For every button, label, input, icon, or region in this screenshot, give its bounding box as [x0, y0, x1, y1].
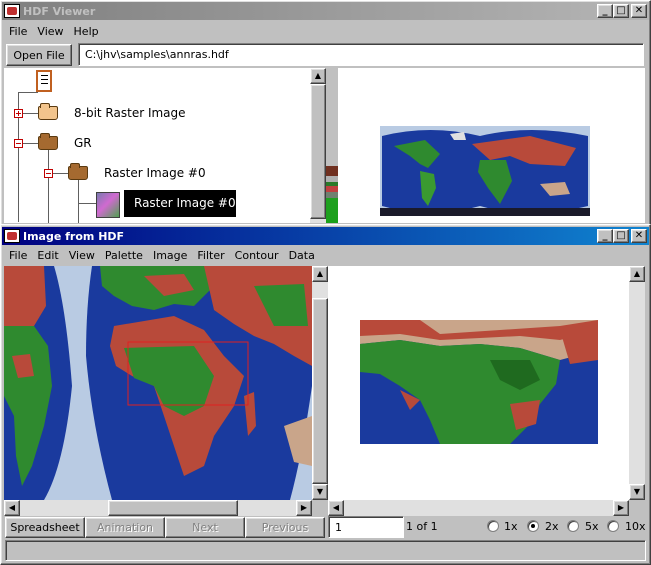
scroll-up-arrow-icon[interactable]: ▲ [312, 266, 328, 282]
scroll-down-arrow-icon[interactable]: ▼ [629, 484, 645, 500]
world-map-preview [380, 126, 590, 216]
image-menubar: File Edit View Palette Image Filter Cont… [4, 246, 320, 264]
zoomed-africa-image [360, 320, 598, 444]
previous-button[interactable]: Previous [245, 517, 325, 538]
expand-icon[interactable] [14, 109, 23, 118]
menu-file[interactable]: File [4, 249, 32, 262]
maximize-button[interactable]: □ [613, 4, 629, 18]
collapse-icon[interactable] [44, 169, 53, 178]
tree-item-raster-image[interactable]: Raster Image #0 [134, 196, 236, 210]
image-window-title: Image from HDF [23, 229, 125, 243]
menu-contour[interactable]: Contour [230, 249, 284, 262]
image-vscroll-thumb[interactable] [312, 298, 328, 484]
folder-open-icon [68, 163, 88, 180]
scroll-right-arrow-icon[interactable]: ▶ [296, 500, 312, 516]
zoom-5x-radio[interactable] [567, 520, 579, 532]
java-cup-icon [4, 229, 20, 243]
main-titlebar[interactable]: HDF Viewer _ □ ✕ [2, 2, 649, 20]
main-window-title: HDF Viewer [23, 4, 96, 18]
world-map-image[interactable] [4, 266, 312, 500]
zoom-2x-radio[interactable] [527, 520, 539, 532]
zoom-10x-label: 10x [625, 520, 646, 533]
file-path-field[interactable]: C:\jhv\samples\annras.hdf [78, 43, 644, 66]
main-menubar: File View Help [4, 22, 104, 40]
tree-panel: 8-bit Raster Image GR Raster Image #0 Ra… [4, 68, 310, 223]
frame-count-label: 1 of 1 [406, 520, 438, 533]
folder-closed-icon [38, 103, 58, 120]
zoom-10x-radio[interactable] [607, 520, 619, 532]
menu-view[interactable]: View [32, 25, 68, 38]
menu-help[interactable]: Help [69, 25, 104, 38]
zoom-vscrollbar[interactable] [629, 266, 645, 500]
app-icon [4, 4, 20, 18]
maximize-button[interactable]: □ [613, 229, 629, 243]
zoom-1x-label: 1x [504, 520, 518, 533]
tree-item-gr[interactable]: GR [74, 136, 92, 150]
minimize-button[interactable]: _ [597, 229, 613, 243]
scroll-right-arrow-icon[interactable]: ▶ [613, 500, 629, 516]
tree-item-raster-image-group[interactable]: Raster Image #0 [104, 166, 206, 180]
menu-edit[interactable]: Edit [32, 249, 63, 262]
animation-button[interactable]: Animation [85, 517, 165, 538]
scroll-up-arrow-icon[interactable]: ▲ [310, 68, 326, 84]
collapse-icon[interactable] [14, 139, 23, 148]
palette-strip [326, 68, 338, 223]
next-button[interactable]: Next [165, 517, 245, 538]
tree-item-8bit-raster[interactable]: 8-bit Raster Image [74, 106, 186, 120]
image-titlebar[interactable]: Image from HDF _ □ ✕ [2, 227, 649, 245]
menu-palette[interactable]: Palette [100, 249, 148, 262]
close-button[interactable]: ✕ [631, 4, 647, 18]
raster-image-icon [96, 192, 120, 218]
scroll-up-arrow-icon[interactable]: ▲ [629, 266, 645, 282]
zoom-2x-label: 2x [545, 520, 559, 533]
close-button[interactable]: ✕ [631, 229, 647, 243]
image-hscroll-thumb[interactable] [108, 500, 238, 516]
minimize-button[interactable]: _ [597, 4, 613, 18]
scroll-left-arrow-icon[interactable]: ◀ [4, 500, 20, 516]
tree-scroll-thumb[interactable] [310, 84, 326, 219]
menu-filter[interactable]: Filter [192, 249, 229, 262]
open-file-button[interactable]: Open File [6, 44, 72, 66]
menu-data[interactable]: Data [284, 249, 320, 262]
zoom-1x-radio[interactable] [487, 520, 499, 532]
zoom-5x-label: 5x [585, 520, 599, 533]
menu-image[interactable]: Image [148, 249, 192, 262]
menu-file[interactable]: File [4, 25, 32, 38]
scroll-left-arrow-icon[interactable]: ◀ [328, 500, 344, 516]
document-icon[interactable] [36, 70, 52, 92]
folder-open-icon [38, 133, 58, 150]
status-bar [5, 540, 646, 561]
menu-view[interactable]: View [64, 249, 100, 262]
frame-number-input[interactable]: 1 [328, 516, 404, 538]
zoom-hscrollbar[interactable] [328, 500, 629, 516]
scroll-down-arrow-icon[interactable]: ▼ [312, 484, 328, 500]
spreadsheet-button[interactable]: Spreadsheet [5, 517, 85, 538]
